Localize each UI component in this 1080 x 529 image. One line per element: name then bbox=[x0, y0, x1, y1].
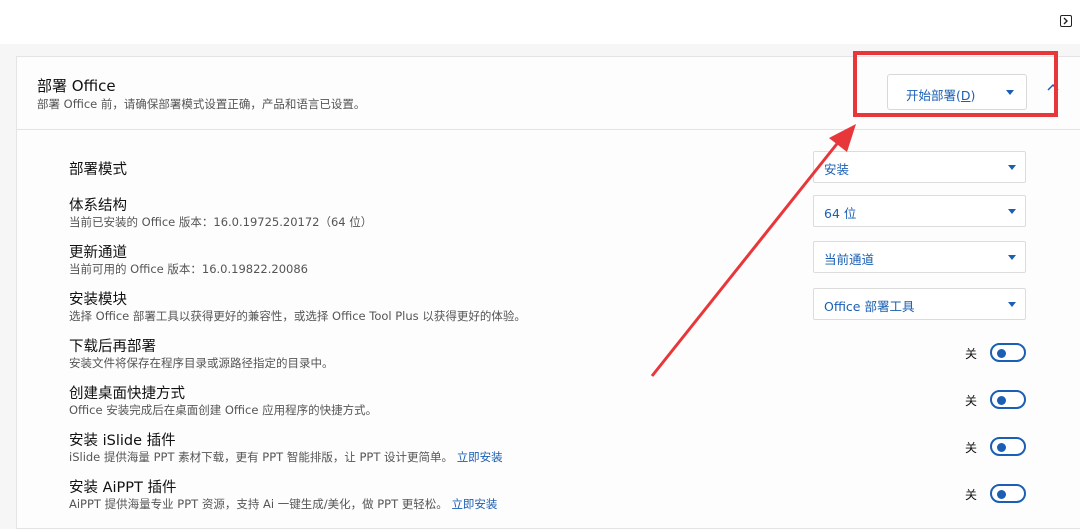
aippt-state: 关 bbox=[965, 488, 978, 502]
architecture-value: 64 位 bbox=[824, 206, 857, 221]
toggle-knob bbox=[997, 395, 1006, 405]
download-then-deploy-title: 下载后再部署 bbox=[69, 339, 156, 355]
update-channel-desc: 当前可用的 Office 版本：16.0.19822.20086 bbox=[69, 262, 308, 276]
islide-toggle[interactable] bbox=[990, 437, 1026, 456]
toggle-knob bbox=[997, 489, 1006, 499]
islide-title: 安装 iSlide 插件 bbox=[69, 433, 176, 449]
install-module-value: Office 部署工具 bbox=[824, 299, 915, 314]
chevron-down-icon bbox=[1008, 255, 1016, 260]
install-module-title: 安装模块 bbox=[69, 292, 127, 308]
toggle-knob bbox=[997, 442, 1006, 452]
desktop-shortcut-toggle[interactable] bbox=[990, 390, 1026, 409]
islide-install-link[interactable]: 立即安装 bbox=[457, 450, 503, 464]
update-channel-select[interactable]: 当前通道 bbox=[813, 241, 1026, 273]
update-channel-value: 当前通道 bbox=[824, 252, 875, 267]
download-then-deploy-state: 关 bbox=[965, 347, 978, 361]
desktop-shortcut-title: 创建桌面快捷方式 bbox=[69, 386, 185, 402]
aippt-install-link[interactable]: 立即安装 bbox=[451, 497, 497, 511]
islide-state: 关 bbox=[965, 441, 978, 455]
deploy-mode-title: 部署模式 bbox=[69, 162, 127, 178]
download-then-deploy-desc: 安装文件将保存在程序目录或源路径指定的目录中。 bbox=[69, 356, 334, 370]
aippt-desc: AiPPT 提供海量专业 PPT 资源，支持 Ai 一键生成/美化，做 PPT … bbox=[69, 497, 498, 511]
architecture-select[interactable]: 64 位 bbox=[813, 195, 1026, 227]
update-channel-title: 更新通道 bbox=[69, 245, 127, 261]
islide-desc: iSlide 提供海量 PPT 素材下载，更有 PPT 智能排版，让 PPT 设… bbox=[69, 450, 503, 464]
chevron-down-icon bbox=[1008, 165, 1016, 170]
deploy-mode-select[interactable]: 安装 bbox=[813, 151, 1026, 183]
architecture-desc: 当前已安装的 Office 版本：16.0.19725.20172（64 位） bbox=[69, 215, 373, 229]
install-module-select[interactable]: Office 部署工具 bbox=[813, 288, 1026, 320]
toggle-knob bbox=[997, 348, 1006, 358]
install-module-desc: 选择 Office 部署工具以获得更好的兼容性，或选择 Office Tool … bbox=[69, 309, 526, 323]
top-bar bbox=[0, 0, 1080, 44]
chevron-down-icon bbox=[1008, 209, 1016, 214]
panel-toggle-icon[interactable] bbox=[1060, 15, 1072, 27]
deploy-mode-value: 安装 bbox=[824, 162, 850, 177]
aippt-title: 安装 AiPPT 插件 bbox=[69, 480, 177, 496]
highlight-box bbox=[853, 51, 1058, 117]
section-title: 部署 Office bbox=[37, 77, 116, 95]
aippt-toggle[interactable] bbox=[990, 484, 1026, 503]
chevron-down-icon bbox=[1008, 302, 1016, 307]
section-subtitle: 部署 Office 前，请确保部署模式设置正确，产品和语言已设置。 bbox=[37, 97, 366, 111]
download-then-deploy-toggle[interactable] bbox=[990, 343, 1026, 362]
architecture-title: 体系结构 bbox=[69, 198, 127, 214]
desktop-shortcut-desc: Office 安装完成后在桌面创建 Office 应用程序的快捷方式。 bbox=[69, 403, 378, 417]
desktop-shortcut-state: 关 bbox=[965, 394, 978, 408]
